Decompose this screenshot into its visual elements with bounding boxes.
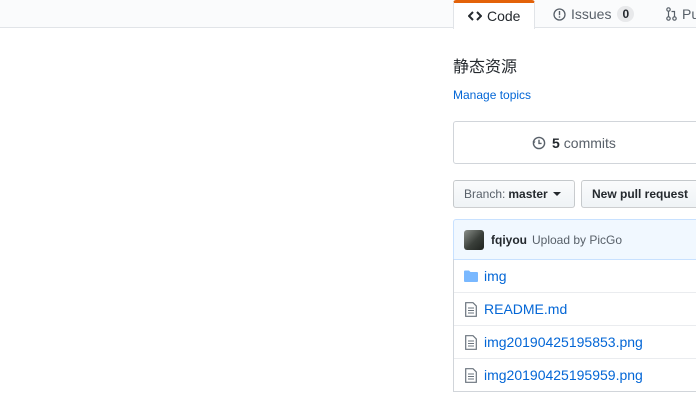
folder-icon [464,268,478,284]
file-link[interactable]: img20190425195959.png [484,367,643,383]
commits-summary[interactable]: 5 commits [453,121,696,164]
commits-count: 5 [552,134,560,151]
tab-pull-requests[interactable]: Pu [666,0,696,28]
tab-pull-requests-label: Pu [682,6,696,22]
file-row: img20190425195853.png [454,325,696,358]
manage-topics-link[interactable]: Manage topics [453,88,531,102]
file-link[interactable]: README.md [484,301,567,317]
file-icon [464,367,478,383]
code-icon [468,10,482,22]
file-link[interactable]: img20190425195853.png [484,334,643,350]
repo-nav-bar: Code Issues 0 Pu [0,0,696,29]
file-icon [464,334,478,350]
file-row: README.md [454,292,696,325]
avatar[interactable] [464,229,484,250]
tab-issues-label: Issues [571,6,612,22]
commit-author[interactable]: fqiyou [491,233,527,247]
new-pull-request-label: New pull request [592,187,689,201]
tab-code-label: Code [487,8,521,24]
branch-select-button[interactable]: Branch: master [453,180,575,208]
branch-prefix: Branch: [464,187,506,201]
file-row: img [454,259,696,292]
file-link[interactable]: img [484,268,507,284]
pull-request-icon [666,7,677,21]
tab-code[interactable]: Code [453,0,536,29]
commit-message[interactable]: Upload by PicGo [532,233,622,247]
new-pull-request-button[interactable]: New pull request [581,180,696,208]
dropdown-caret-icon [552,192,561,196]
commits-label: commits [563,134,616,151]
latest-commit-bar: fqiyou Upload by PicGo [453,219,696,260]
tab-issues[interactable]: Issues 0 [553,0,635,28]
branch-name: master [508,187,548,201]
issue-icon [553,7,566,21]
file-icon [464,301,478,317]
history-icon [532,136,546,150]
file-list: img README.md img20190425195853.png img2… [453,259,696,392]
file-row: img20190425195959.png [454,358,696,391]
issues-count-badge: 0 [617,6,635,22]
repo-description: 静态资源 [453,57,518,76]
